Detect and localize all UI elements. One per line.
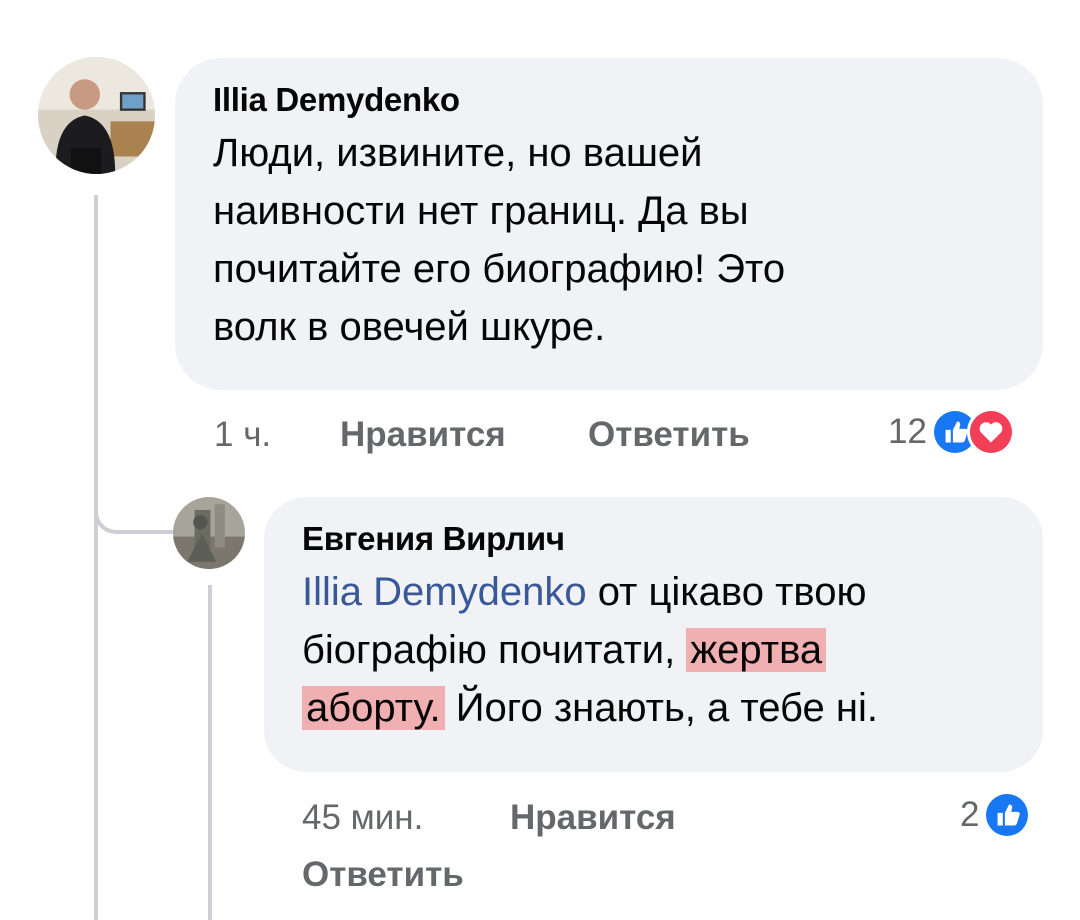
comment-line: почитайте его биографию! Это xyxy=(213,247,786,291)
reply-author[interactable]: Евгения Вирлич xyxy=(302,519,1043,559)
comment-line: Люди, извините, но вашей xyxy=(213,131,703,175)
comment-bubble: Illia Demydenko Люди, извините, но вашей… xyxy=(175,58,1043,390)
reply-timestamp[interactable]: 45 мин. xyxy=(302,798,423,838)
reply-line: аборту. Його знають, а тебе ні. xyxy=(302,679,1043,737)
thread-line-reply xyxy=(208,585,212,920)
reply-button[interactable]: Ответить xyxy=(302,855,464,895)
reply-bubble: Евгения Вирлич Illia Demydenko от цікаво… xyxy=(264,497,1043,772)
reaction-count: 2 xyxy=(960,795,980,834)
reply-line: Illia Demydenko от цікаво твою xyxy=(302,563,1043,621)
comment-author[interactable]: Illia Demydenko xyxy=(213,80,1043,120)
reaction-summary[interactable]: 12 xyxy=(888,408,1015,456)
like-button[interactable]: Нравится xyxy=(510,798,676,838)
comment-line: волк в овечей шкуре. xyxy=(213,305,606,349)
comment-text: Люди, извините, но вашей наивности нет г… xyxy=(213,124,1043,356)
like-icon xyxy=(983,791,1032,839)
reply-button[interactable]: Ответить xyxy=(588,415,750,455)
reply-text: Illia Demydenko от цікаво твою біографію… xyxy=(302,563,1043,737)
highlighted-text: жертва xyxy=(686,628,827,672)
thread-connector xyxy=(94,490,174,534)
reply-text-segment: Його знають, а тебе ні. xyxy=(444,686,878,730)
highlighted-text: аборту. xyxy=(302,686,445,730)
avatar[interactable] xyxy=(173,497,245,569)
profile-photo-icon xyxy=(38,57,155,174)
avatar[interactable] xyxy=(38,57,155,174)
comment-line: наивности нет границ. Да вы xyxy=(213,189,749,233)
reaction-count: 12 xyxy=(888,412,927,451)
reply-line: біографію почитати, жертва xyxy=(302,621,1043,679)
like-button[interactable]: Нравится xyxy=(340,415,506,455)
comment-timestamp[interactable]: 1 ч. xyxy=(214,415,271,455)
love-icon xyxy=(966,408,1015,456)
reply-text-segment: біографію почитати, xyxy=(302,628,687,672)
profile-photo-icon xyxy=(173,497,245,569)
thread-line-main xyxy=(94,195,98,920)
reply-text-segment: от цікаво твою xyxy=(586,570,867,614)
mention-link[interactable]: Illia Demydenko xyxy=(302,570,587,614)
reaction-summary[interactable]: 2 xyxy=(960,791,1032,839)
